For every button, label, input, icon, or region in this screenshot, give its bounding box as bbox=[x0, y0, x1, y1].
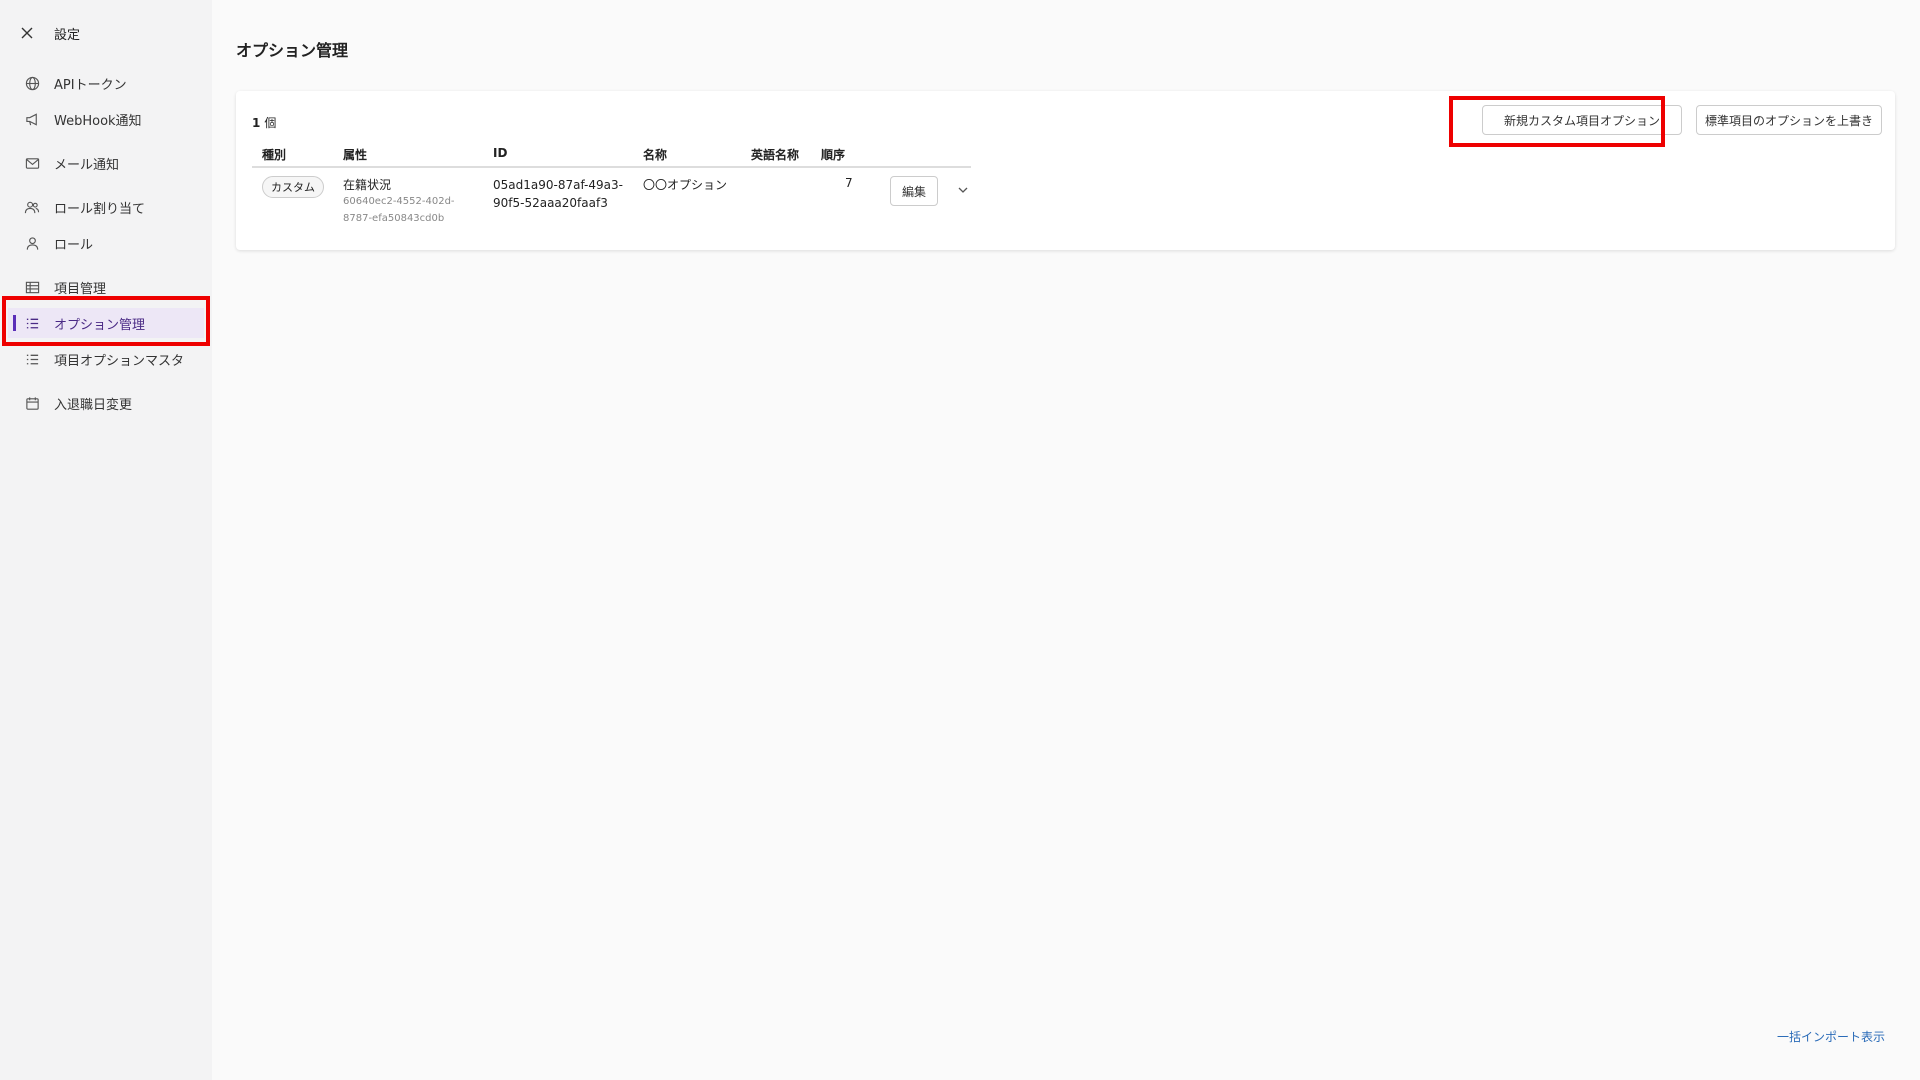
megaphone-icon bbox=[24, 111, 40, 127]
header-name: 名称 bbox=[643, 148, 668, 162]
sidebar-item-label: オプション管理 bbox=[54, 317, 146, 333]
sidebar-item-webhook[interactable]: WebHook通知 bbox=[8, 104, 204, 134]
sidebar-item-label: 項目オプションマスタ bbox=[54, 353, 185, 369]
id-line2: 90f5-52aaa20faaf3 bbox=[493, 196, 608, 210]
sidebar-item-label: APIトークン bbox=[54, 77, 127, 93]
header-id: ID bbox=[493, 146, 508, 160]
close-icon[interactable] bbox=[20, 26, 34, 40]
main-content: オプション管理 1個 新規カスタム項目オプション 標準項目のオプションを上書き … bbox=[212, 0, 1920, 1080]
globe-icon bbox=[24, 75, 40, 91]
mail-icon bbox=[24, 155, 40, 171]
table-icon bbox=[24, 279, 40, 295]
user-icon bbox=[24, 235, 40, 251]
sidebar-item-label: 入退職日変更 bbox=[54, 397, 133, 413]
bulk-import-link[interactable]: 一括インポート表示 bbox=[1777, 1028, 1885, 1045]
header-attribute: 属性 bbox=[343, 148, 368, 162]
result-count: 1個 bbox=[252, 114, 276, 131]
attribute-id-line1: 60640ec2-4552-402d- bbox=[343, 196, 455, 207]
id-cell: 05ad1a90-87af-49a3- 90f5-52aaa20faaf3 bbox=[493, 176, 623, 212]
attribute-name: 在籍状況 bbox=[343, 178, 392, 192]
sidebar-item-field-management[interactable]: 項目管理 bbox=[8, 272, 204, 302]
list-icon bbox=[24, 315, 40, 331]
name-cell: 〇〇オプション bbox=[643, 178, 728, 192]
edit-button[interactable]: 編集 bbox=[890, 176, 938, 206]
new-custom-option-button[interactable]: 新規カスタム項目オプション bbox=[1482, 105, 1682, 135]
header-english-name: 英語名称 bbox=[751, 148, 800, 162]
options-card: 1個 新規カスタム項目オプション 標準項目のオプションを上書き 種別 属性 ID… bbox=[236, 91, 1895, 250]
attribute-id-line2: 8787-efa50843cd0b bbox=[343, 213, 445, 224]
header-type: 種別 bbox=[262, 148, 287, 162]
sidebar-item-label: 項目管理 bbox=[54, 281, 107, 297]
users-icon bbox=[24, 199, 40, 215]
chevron-down-icon[interactable] bbox=[955, 182, 971, 198]
sidebar-item-mail[interactable]: メール通知 bbox=[8, 148, 204, 178]
sidebar-title: 設定 bbox=[54, 27, 81, 43]
header-order: 順序 bbox=[821, 148, 846, 162]
sidebar-item-label: ロール割り当て bbox=[54, 201, 146, 217]
sidebar-item-option-management[interactable]: オプション管理 bbox=[8, 308, 204, 338]
override-standard-options-button[interactable]: 標準項目のオプションを上書き bbox=[1696, 105, 1882, 135]
page-title: オプション管理 bbox=[236, 41, 349, 60]
type-chip: カスタム bbox=[262, 176, 324, 198]
sidebar-item-role[interactable]: ロール bbox=[8, 228, 204, 258]
order-cell: 7 bbox=[845, 176, 853, 190]
sidebar-item-field-option-master[interactable]: 項目オプションマスタ bbox=[8, 344, 204, 374]
count-value: 1 bbox=[252, 116, 261, 130]
table-row: カスタム 在籍状況 60640ec2-4552-402d- 8787-efa50… bbox=[252, 168, 971, 234]
sidebar-item-join-leave-date[interactable]: 入退職日変更 bbox=[8, 388, 204, 418]
sidebar-item-label: WebHook通知 bbox=[54, 113, 142, 129]
sidebar-item-label: ロール bbox=[54, 237, 94, 253]
sidebar-item-api-token[interactable]: APIトークン bbox=[8, 68, 204, 98]
calendar-icon bbox=[24, 395, 40, 411]
sidebar-item-role-assign[interactable]: ロール割り当て bbox=[8, 192, 204, 222]
sidebar-header: 設定 bbox=[20, 20, 80, 46]
id-line1: 05ad1a90-87af-49a3- bbox=[493, 178, 623, 192]
options-table: 種別 属性 ID 名称 英語名称 順序 カスタム 在籍状況 60640ec2-4… bbox=[252, 142, 971, 234]
attribute-cell: 在籍状況 60640ec2-4552-402d- 8787-efa50843cd… bbox=[343, 176, 455, 227]
sidebar-item-label: メール通知 bbox=[54, 157, 120, 173]
table-header: 種別 属性 ID 名称 英語名称 順序 bbox=[252, 142, 971, 168]
list-icon bbox=[24, 351, 40, 367]
settings-sidebar: 設定 APIトークン WebHook通知 メール通知 ロール割り当て ロール 項… bbox=[0, 0, 212, 1080]
count-unit: 個 bbox=[264, 116, 277, 130]
